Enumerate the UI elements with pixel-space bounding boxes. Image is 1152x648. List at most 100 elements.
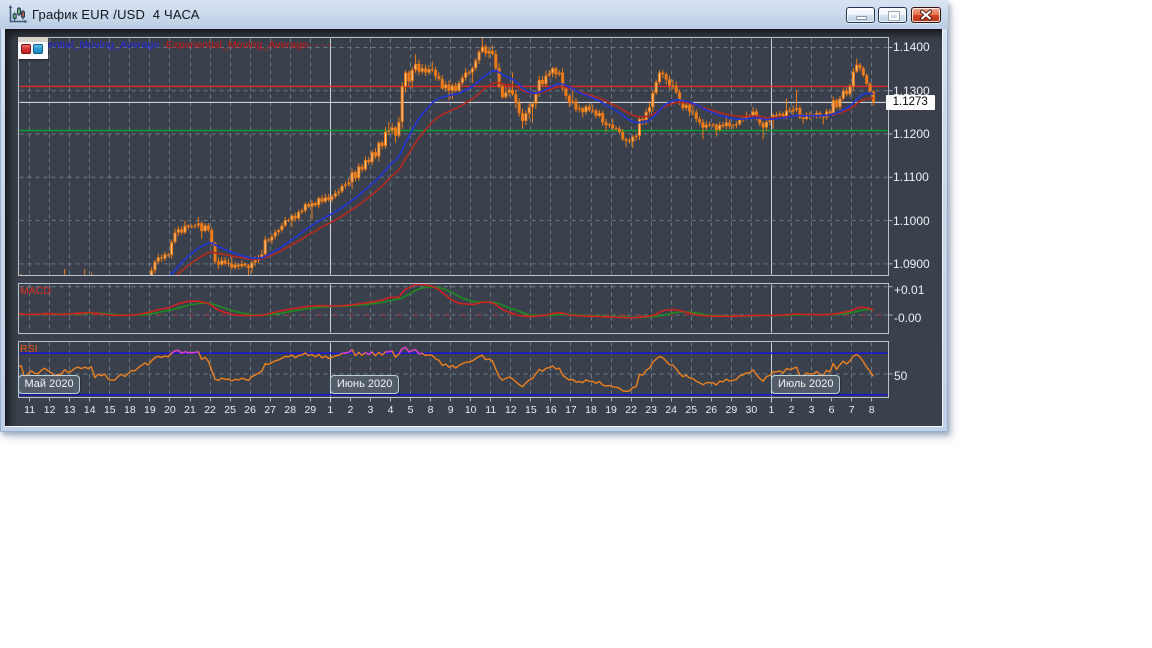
date-axis-label: 12	[504, 404, 517, 416]
candle-body	[424, 68, 428, 73]
candle-body	[307, 204, 311, 207]
date-axis-label: 22	[625, 404, 637, 416]
candle-body	[694, 112, 698, 120]
candle-body	[373, 152, 377, 157]
candle-body	[293, 215, 297, 219]
candle-body	[26, 302, 29, 309]
candle-body	[30, 296, 33, 302]
month-tooltip: Июль 2020	[771, 374, 841, 394]
date-axis-label: 21	[184, 404, 196, 416]
candle-body	[865, 75, 869, 84]
candle-body	[500, 86, 504, 98]
month-tooltip: Май 2020	[18, 374, 81, 394]
date-axis-label: 6	[828, 404, 835, 416]
price-axis-label: 1.1400	[893, 40, 930, 55]
candle-body	[243, 263, 247, 266]
candle-body	[80, 287, 83, 289]
date-axis-label: 1	[327, 404, 334, 416]
candle-body	[564, 88, 568, 96]
candle-body	[617, 128, 621, 132]
macd-plot[interactable]	[11, 284, 888, 333]
candle-body	[691, 111, 695, 113]
candle-body	[601, 112, 605, 123]
candle-body	[166, 254, 170, 256]
date-axis-label: 19	[144, 404, 156, 416]
macd-panel-label: MACD	[20, 284, 51, 297]
date-axis-label: 11	[485, 404, 497, 416]
candle-body	[180, 229, 184, 233]
candle-body	[437, 76, 441, 79]
candle-body	[287, 220, 291, 222]
date-axis-label: 15	[103, 404, 116, 416]
chart-window: График EUR /USD 4 ЧАСА Exponential_Movin…	[0, 0, 948, 432]
date-axis-label: 25	[224, 404, 236, 416]
candle-body	[226, 262, 230, 264]
legend-ema-slow-label[interactable]: Exponential_Moving_Average	[166, 39, 308, 51]
candle-body	[624, 139, 628, 141]
candle-body	[621, 131, 625, 140]
ema-slow-color-button[interactable]	[33, 44, 44, 54]
candle-body	[698, 119, 702, 123]
candle-body	[674, 85, 678, 93]
candle-body	[110, 305, 113, 308]
date-axis-label: 3	[808, 404, 815, 416]
candle-body	[130, 293, 133, 297]
date-axis-label: 16	[545, 404, 557, 416]
main-price-plot[interactable]	[10, 38, 888, 319]
candle-body	[567, 95, 571, 103]
date-axis-label: 11	[24, 404, 36, 416]
candle-body	[514, 94, 518, 103]
candle-body	[634, 135, 638, 137]
candle-body	[353, 172, 357, 179]
candle-body	[711, 124, 715, 126]
candle-body	[360, 166, 364, 170]
date-axis-label: 29	[725, 404, 738, 416]
candle-body	[708, 124, 712, 126]
candle-body	[517, 102, 521, 114]
date-axis-label: 13	[63, 404, 76, 416]
candle-body	[206, 225, 210, 231]
candle-body	[688, 104, 692, 112]
candle-body	[594, 110, 598, 116]
price-axis-label: 1.1000	[893, 213, 930, 228]
date-axis-label: 26	[705, 404, 718, 416]
candle-body	[200, 223, 204, 232]
price-axis-label: 1.1100	[893, 170, 929, 185]
date-axis-label: 24	[665, 404, 678, 416]
date-axis-label: 23	[645, 404, 657, 416]
candle-body	[714, 124, 718, 130]
candle-body	[774, 115, 778, 117]
candle-body	[494, 53, 498, 69]
indicator-legend: Exponential_Moving_Average -Exponential_…	[18, 39, 332, 51]
date-axis-label: 10	[464, 404, 477, 416]
candle-body	[521, 113, 525, 122]
candle-body	[761, 123, 765, 128]
candle-body	[788, 110, 792, 112]
candle-body	[103, 296, 106, 299]
candle-body	[216, 261, 220, 265]
date-axis-label: 2	[788, 404, 795, 416]
date-axis-label: 28	[284, 404, 297, 416]
candle-body	[186, 225, 190, 228]
candle-body	[587, 106, 591, 111]
candle-body	[143, 278, 146, 283]
candle-body	[120, 298, 123, 302]
candle-body	[246, 265, 250, 269]
date-axis-label: 27	[264, 404, 277, 416]
ema-fast-color-button[interactable]	[20, 44, 31, 54]
macd-axis-label: +0.01	[894, 282, 925, 297]
candle-body	[467, 72, 471, 74]
indicator-panel-header	[17, 36, 48, 42]
candle-body	[701, 122, 705, 128]
chart-canvas[interactable]	[0, 0, 948, 432]
date-axis-label: 8	[868, 404, 875, 416]
candle-body	[454, 85, 458, 91]
candle-body	[828, 111, 832, 114]
candle-body	[607, 124, 611, 126]
date-axis-label: 17	[565, 404, 577, 416]
candle-body	[801, 117, 805, 119]
candle-body	[791, 109, 795, 112]
candle-body	[63, 292, 66, 300]
rsi-plot[interactable]	[11, 342, 888, 397]
desktop: График EUR /USD 4 ЧАСА Exponential_Movin…	[0, 0, 1152, 648]
